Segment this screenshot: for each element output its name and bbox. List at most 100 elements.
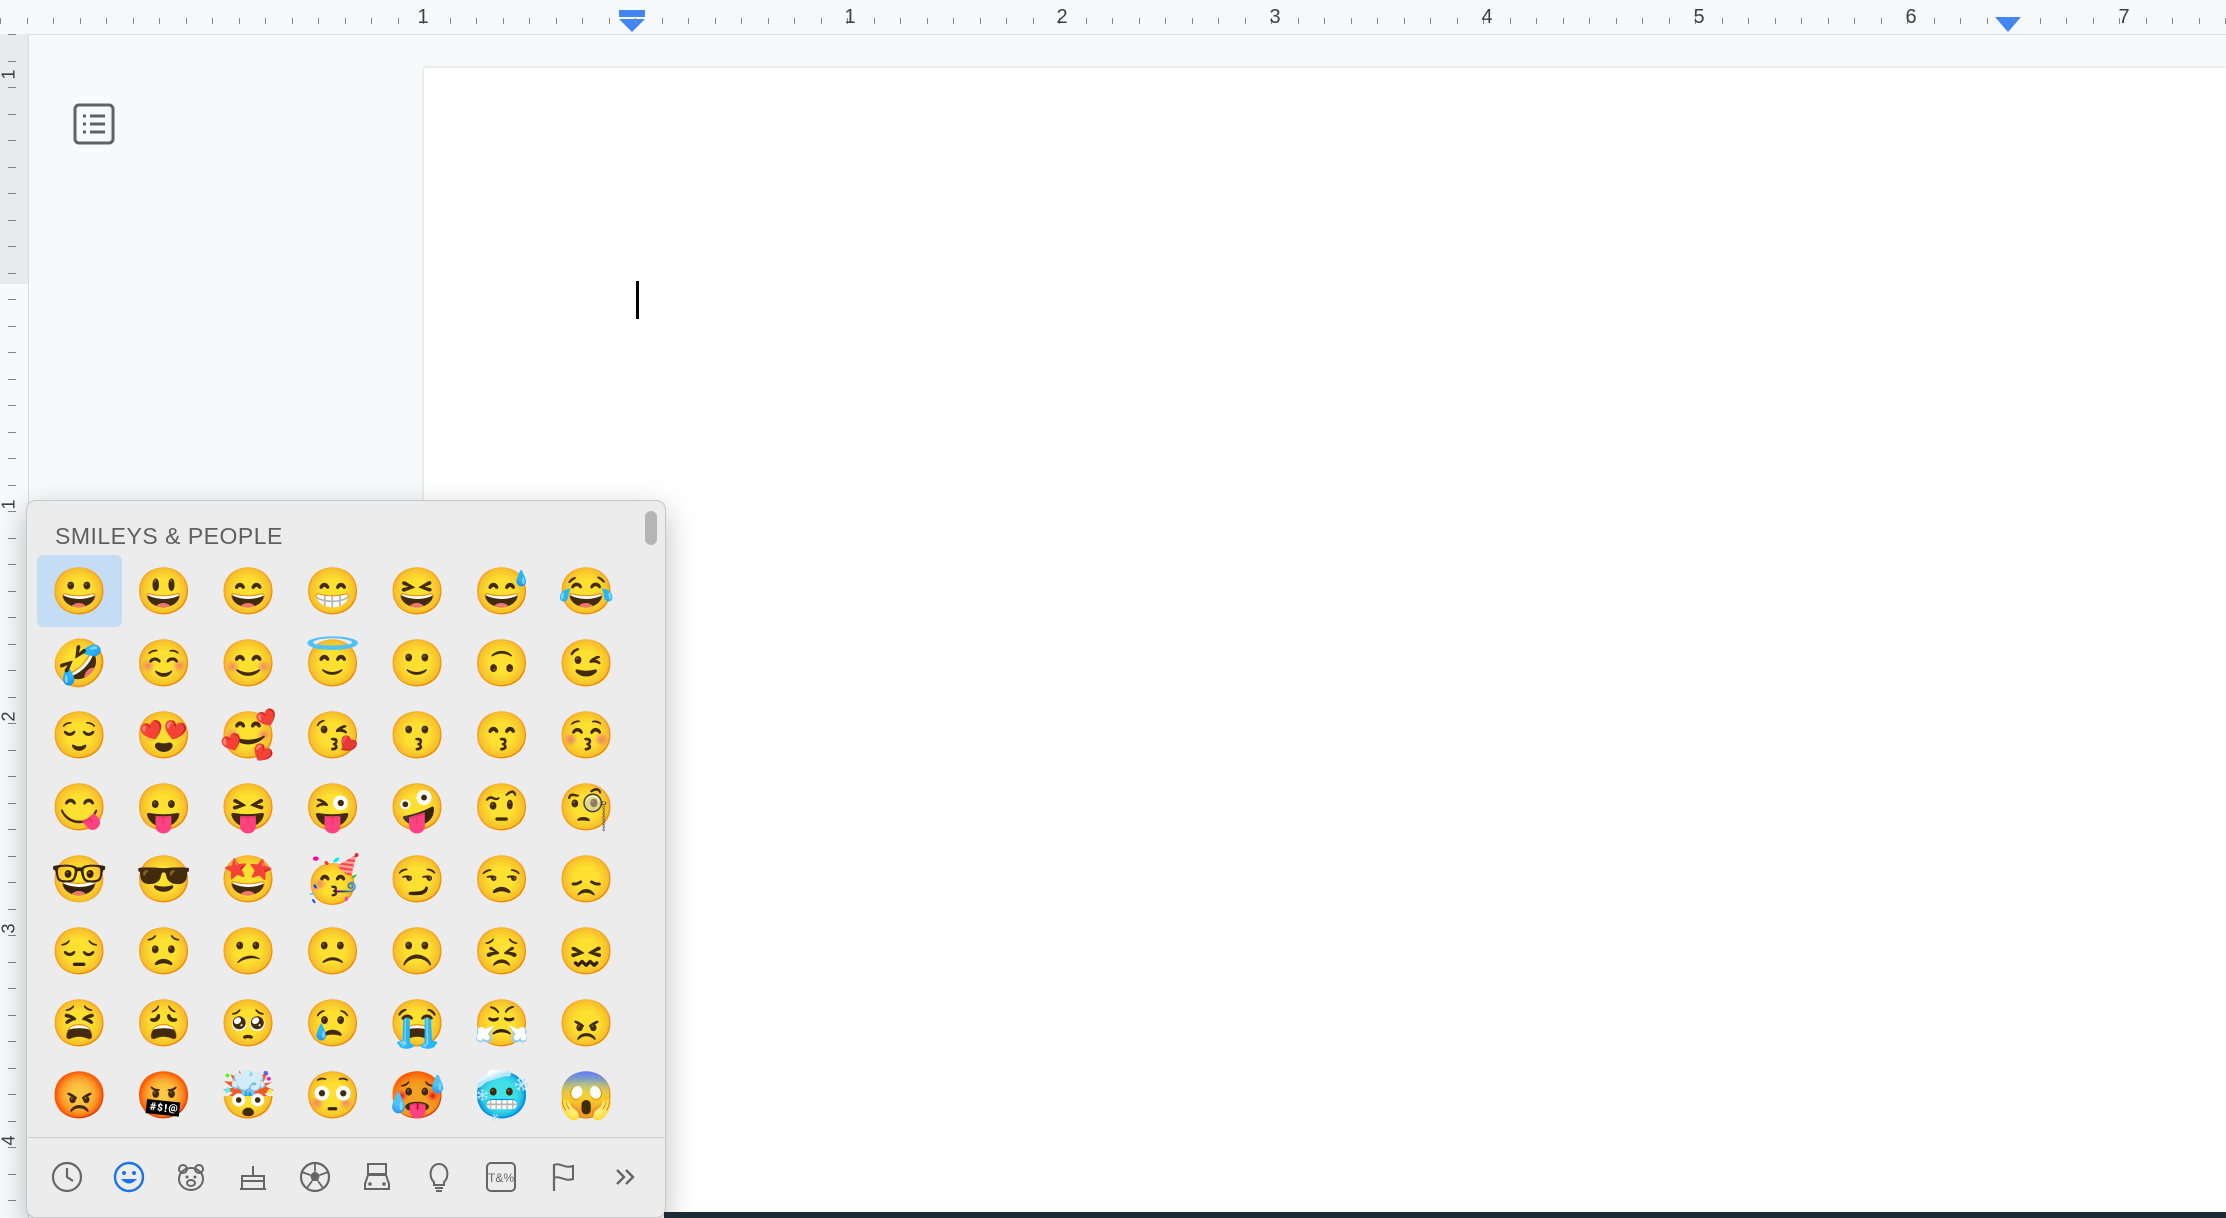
emoji-cell[interactable]: 😟 bbox=[122, 915, 207, 987]
emoji-cell[interactable]: ☹️ bbox=[375, 915, 460, 987]
emoji-cell[interactable]: ☺️ bbox=[122, 627, 207, 699]
emoji-cell[interactable]: 😕 bbox=[206, 915, 291, 987]
emoji-cell[interactable]: 🥺 bbox=[206, 987, 291, 1059]
ruler-tick bbox=[8, 537, 16, 539]
ruler-tick bbox=[2198, 18, 2200, 24]
emoji-cell[interactable]: 😤 bbox=[460, 987, 545, 1059]
emoji-cell[interactable]: 😎 bbox=[122, 843, 207, 915]
ruler-tick bbox=[1986, 18, 1988, 24]
emoji-cell[interactable]: 😱 bbox=[544, 1059, 629, 1131]
category-frequently-used[interactable] bbox=[41, 1151, 93, 1203]
ruler-tick bbox=[1430, 18, 1431, 24]
vertical-ruler[interactable]: 1 1 2 3 4 bbox=[0, 34, 29, 1218]
emoji-cell[interactable]: 🥵 bbox=[375, 1059, 460, 1131]
document-outline-button[interactable] bbox=[70, 100, 118, 148]
ruler-tick bbox=[8, 34, 16, 35]
document-page[interactable] bbox=[424, 68, 2226, 1218]
ruler-tick bbox=[1324, 18, 1325, 24]
emoji-cell[interactable]: 😭 bbox=[375, 987, 460, 1059]
left-indent-marker[interactable] bbox=[617, 10, 647, 34]
ruler-tick bbox=[344, 18, 346, 24]
emoji-cell[interactable]: 😃 bbox=[122, 555, 207, 627]
emoji-cell[interactable]: 😍 bbox=[122, 699, 207, 771]
cake-icon bbox=[240, 1166, 266, 1190]
ruler-tick bbox=[1191, 18, 1193, 24]
emoji-cell[interactable]: 😙 bbox=[460, 699, 545, 771]
category-more[interactable] bbox=[599, 1151, 651, 1203]
emoji-cell[interactable]: 🥰 bbox=[206, 699, 291, 771]
ruler-tick bbox=[106, 18, 107, 24]
emoji-cell[interactable]: 😖 bbox=[544, 915, 629, 987]
emoji-cell[interactable]: 😠 bbox=[544, 987, 629, 1059]
ruler-tick bbox=[8, 564, 16, 565]
emoji-cell[interactable]: 😔 bbox=[37, 915, 122, 987]
emoji-cell[interactable]: 😘 bbox=[291, 699, 376, 771]
horizontal-ruler[interactable]: 1 1 2 3 4 5 6 7 bbox=[0, 0, 2226, 35]
emoji-cell[interactable]: 🙃 bbox=[460, 627, 545, 699]
emoji-cell[interactable]: 🤓 bbox=[37, 843, 122, 915]
category-animals-nature[interactable] bbox=[165, 1151, 217, 1203]
emoji-cell[interactable]: 😡 bbox=[37, 1059, 122, 1131]
emoji-cell[interactable]: 😌 bbox=[37, 699, 122, 771]
emoji-cell[interactable]: 😆 bbox=[375, 555, 460, 627]
right-indent-marker[interactable] bbox=[1994, 16, 2022, 34]
emoji-cell[interactable]: 😂 bbox=[544, 555, 629, 627]
emoji-picker[interactable]: SMILEYS & PEOPLE 😀 😃 😄 😁 😆 😅 😂 🤣 ☺️ 😊 😇 🙂 🙃 😉 😌 😍 🥰 😘 😗 😙 😚 😋… bbox=[26, 500, 666, 1218]
emoji-cell[interactable]: 🥶 bbox=[460, 1059, 545, 1131]
ruler-tick bbox=[8, 166, 16, 168]
emoji-cell[interactable]: 😚 bbox=[544, 699, 629, 771]
emoji-cell[interactable]: 🤪 bbox=[375, 771, 460, 843]
emoji-cell[interactable]: 😞 bbox=[544, 843, 629, 915]
emoji-cell[interactable]: 😗 bbox=[375, 699, 460, 771]
category-flags[interactable] bbox=[537, 1151, 589, 1203]
emoji-cell[interactable]: 😣 bbox=[460, 915, 545, 987]
emoji-cell[interactable]: 😜 bbox=[291, 771, 376, 843]
emoji-cell[interactable]: 😳 bbox=[291, 1059, 376, 1131]
emoji-cell[interactable]: 🙂 bbox=[375, 627, 460, 699]
emoji-cell[interactable]: 😒 bbox=[460, 843, 545, 915]
emoji-cell[interactable]: 😢 bbox=[291, 987, 376, 1059]
category-travel-places[interactable] bbox=[351, 1151, 403, 1203]
emoji-cell[interactable]: 🤬 bbox=[122, 1059, 207, 1131]
emoji-cell[interactable]: 🤩 bbox=[206, 843, 291, 915]
ruler-tick bbox=[132, 18, 134, 24]
emoji-cell[interactable]: 😊 bbox=[206, 627, 291, 699]
emoji-scrollbar[interactable] bbox=[645, 511, 657, 545]
ruler-number: 4 bbox=[0, 1135, 19, 1146]
soccer-ball-icon bbox=[299, 1161, 331, 1193]
category-activity[interactable] bbox=[289, 1151, 341, 1203]
flag-icon bbox=[552, 1163, 574, 1191]
category-food-drink[interactable] bbox=[227, 1151, 279, 1203]
emoji-cell[interactable]: 😁 bbox=[291, 555, 376, 627]
emoji-cell[interactable]: 😋 bbox=[37, 771, 122, 843]
ruler-tick bbox=[8, 325, 16, 327]
emoji-cell[interactable]: 😄 bbox=[206, 555, 291, 627]
emoji-cell[interactable]: 😇 bbox=[291, 627, 376, 699]
emoji-cell[interactable]: 🧐 bbox=[544, 771, 629, 843]
emoji-cell[interactable]: 🤨 bbox=[460, 771, 545, 843]
ruler-tick bbox=[8, 272, 16, 274]
category-symbols[interactable]: T&% bbox=[475, 1151, 527, 1203]
smiley-icon bbox=[113, 1161, 145, 1193]
ruler-tick bbox=[8, 1120, 16, 1122]
emoji-cell[interactable]: 🙁 bbox=[291, 915, 376, 987]
emoji-cell[interactable]: 😅 bbox=[460, 555, 545, 627]
ruler-tick bbox=[1297, 18, 1299, 24]
emoji-cell[interactable]: 😏 bbox=[375, 843, 460, 915]
emoji-cell[interactable]: 😛 bbox=[122, 771, 207, 843]
ruler-tick bbox=[8, 1173, 16, 1175]
emoji-cell[interactable]: 🤣 bbox=[37, 627, 122, 699]
emoji-cell[interactable]: 😉 bbox=[544, 627, 629, 699]
ruler-number: 5 bbox=[1693, 6, 1705, 28]
category-objects[interactable] bbox=[413, 1151, 465, 1203]
ruler-number: 1 bbox=[0, 69, 19, 80]
emoji-cell[interactable]: 🤯 bbox=[206, 1059, 291, 1131]
emoji-cell[interactable]: 😫 bbox=[37, 987, 122, 1059]
category-smileys-people[interactable] bbox=[103, 1151, 155, 1203]
desktop-background-strip bbox=[664, 1212, 2226, 1218]
emoji-cell[interactable]: 😩 bbox=[122, 987, 207, 1059]
emoji-cell[interactable]: 😝 bbox=[206, 771, 291, 843]
emoji-cell[interactable]: 😀 bbox=[37, 555, 122, 627]
ruler-tick bbox=[8, 696, 16, 698]
emoji-cell[interactable]: 🥳 bbox=[291, 843, 376, 915]
